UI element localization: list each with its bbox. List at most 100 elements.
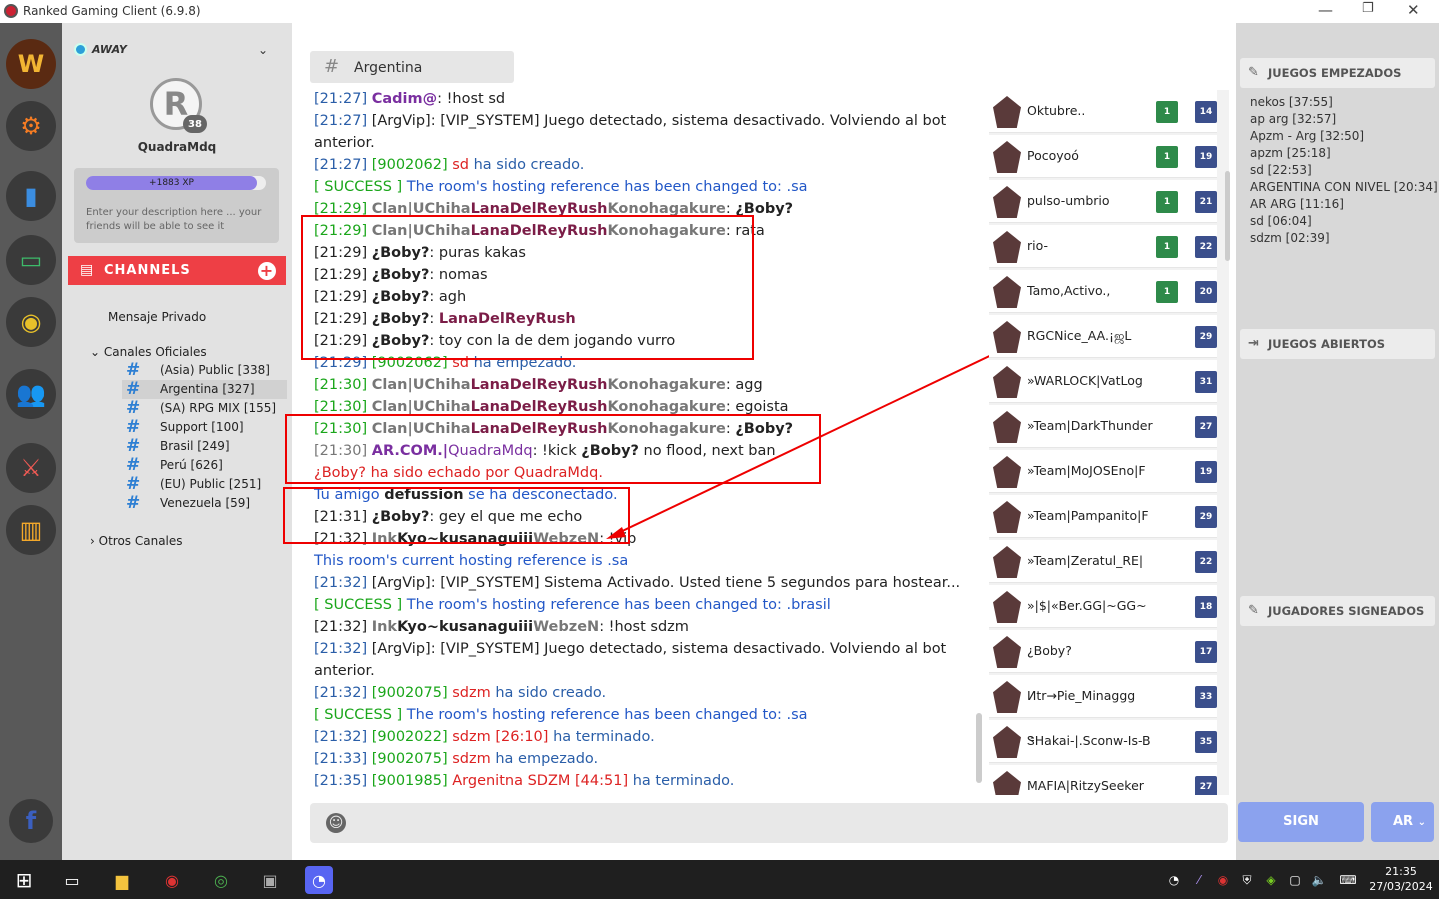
nvidia-tray-icon[interactable]: ◈ bbox=[1262, 866, 1280, 894]
message-segment: : !host sd bbox=[437, 91, 506, 107]
level-badge: 29 bbox=[1195, 326, 1217, 348]
swords-icon[interactable]: ⚔ bbox=[6, 443, 56, 493]
keyboard-icon[interactable]: ⌨ bbox=[1336, 866, 1360, 894]
chat-message: [21:33] [9002075] sdzm ha empezado. bbox=[314, 748, 598, 770]
shield-tray-icon[interactable]: ⛨ bbox=[1238, 866, 1256, 894]
discord-tray-icon[interactable]: ◔ bbox=[1165, 866, 1183, 894]
channel-item[interactable]: # Venezuela [59] bbox=[122, 494, 287, 513]
channel-item[interactable]: # (SA) RPG MIX [155] bbox=[122, 399, 287, 418]
game-item[interactable]: Apzm - Arg [32:50] bbox=[1250, 128, 1364, 145]
channel-item[interactable]: # Brasil [249] bbox=[122, 437, 287, 456]
user-row[interactable]: ¿Boby? 17 bbox=[989, 630, 1217, 673]
sign-button[interactable]: SIGN bbox=[1238, 802, 1364, 842]
facebook-icon[interactable]: f bbox=[9, 799, 53, 843]
user-row[interactable]: ᏕHakai-|.Sconw-Is-B 35 bbox=[989, 720, 1217, 763]
warcraft-taskbar-icon[interactable]: ▣ bbox=[256, 866, 284, 894]
user-row[interactable]: pulso-umbrio 1 21 bbox=[989, 180, 1217, 223]
user-row[interactable]: RGCNice_AA.¡ஜL 29 bbox=[989, 315, 1217, 358]
user-row[interactable]: Oktubre.. 1 14 bbox=[989, 90, 1217, 133]
channel-tab[interactable]: # Argentina bbox=[310, 51, 514, 83]
message-segment: [21:33] bbox=[314, 751, 372, 767]
channel-item[interactable]: # Support [100] bbox=[122, 418, 287, 437]
game-item[interactable]: nekos [37:55] bbox=[1250, 94, 1333, 111]
rank-emblem-icon bbox=[993, 141, 1021, 173]
friends-icon[interactable]: 👥 bbox=[6, 369, 56, 419]
user-row[interactable]: Pocoyoó 1 19 bbox=[989, 135, 1217, 178]
level-badge: 38 bbox=[183, 115, 207, 133]
channel-item[interactable]: # (EU) Public [251] bbox=[122, 475, 287, 494]
network-icon[interactable]: ▢ bbox=[1286, 866, 1304, 894]
game-item[interactable]: ap arg [32:57] bbox=[1250, 111, 1336, 128]
userlist-scrollbar[interactable] bbox=[1225, 171, 1230, 261]
message-segment: .brasil bbox=[786, 597, 831, 613]
game-item[interactable]: apzm [25:18] bbox=[1250, 145, 1331, 162]
hash-icon: # bbox=[324, 56, 340, 77]
level-badge: 19 bbox=[1195, 146, 1217, 168]
user-row[interactable]: »Team|MoJOSEno|F 19 bbox=[989, 450, 1217, 493]
coins-icon[interactable]: ◉ bbox=[6, 297, 56, 347]
console-icon[interactable]: ▭ bbox=[6, 235, 56, 285]
pen-tray-icon[interactable]: ⁄ bbox=[1190, 866, 1208, 894]
volume-icon[interactable]: 🔈 bbox=[1310, 866, 1328, 894]
warcraft-icon[interactable]: W bbox=[6, 39, 56, 89]
description-field[interactable]: Enter your description here ... your fri… bbox=[86, 206, 271, 234]
close-button[interactable]: ✕ bbox=[1407, 1, 1420, 19]
emoji-icon[interactable]: ☺ bbox=[326, 813, 346, 833]
settings-gear-icon[interactable]: ⚙ bbox=[6, 101, 56, 151]
discord-icon[interactable]: ◔ bbox=[305, 866, 333, 894]
other-channels-group[interactable]: › Otros Canales bbox=[90, 534, 183, 548]
message-segment: ha terminado. bbox=[632, 773, 735, 789]
game-item[interactable]: AR ARG [11:16] bbox=[1250, 196, 1344, 213]
signed-players-header[interactable]: ✎ JUGADORES SIGNEADOS bbox=[1240, 596, 1435, 626]
chat-message: [ SUCCESS ] The room's hosting reference… bbox=[314, 176, 808, 198]
rank-emblem-icon bbox=[993, 501, 1021, 533]
message-segment: .sa bbox=[786, 707, 808, 723]
stats-icon[interactable]: ▮ bbox=[6, 171, 56, 221]
private-message-item[interactable]: Mensaje Privado bbox=[108, 310, 206, 324]
rgc-tray-icon[interactable]: ◉ bbox=[1214, 866, 1232, 894]
level-badge: 22 bbox=[1195, 551, 1217, 573]
games-badge: 1 bbox=[1156, 236, 1178, 258]
user-row[interactable]: rio- 1 22 bbox=[989, 225, 1217, 268]
channel-item[interactable]: # Perú [626] bbox=[122, 456, 287, 475]
chat-scrollbar[interactable] bbox=[976, 713, 982, 783]
started-games-header[interactable]: ✎ JUEGOS EMPEZADOS bbox=[1240, 58, 1435, 88]
user-row[interactable]: MAFIA|RitzySeeker 27 bbox=[989, 765, 1217, 795]
task-view-icon[interactable]: ▭ bbox=[58, 866, 86, 894]
open-games-header[interactable]: ⇥ JUEGOS ABIERTOS bbox=[1240, 329, 1435, 359]
user-row[interactable]: »WARLOCK|VatLog 31 bbox=[989, 360, 1217, 403]
channel-item[interactable]: # (Asia) Public [338] bbox=[122, 361, 287, 380]
user-row[interactable]: »Team|Zeratul_RE| 22 bbox=[989, 540, 1217, 583]
user-row[interactable]: Tamo,Activo., 1 20 bbox=[989, 270, 1217, 313]
started-games-label: JUEGOS EMPEZADOS bbox=[1268, 66, 1402, 80]
ladder-icon[interactable]: ▥ bbox=[6, 505, 56, 555]
rank-emblem-icon bbox=[993, 366, 1021, 398]
game-item[interactable]: sd [22:53] bbox=[1250, 162, 1312, 179]
status-selector[interactable]: AWAY bbox=[74, 43, 127, 56]
windows-start-icon[interactable]: ⊞ bbox=[10, 866, 38, 894]
add-channel-button[interactable]: + bbox=[258, 262, 276, 280]
game-item[interactable]: ARGENTINA CON NIVEL [20:34] bbox=[1250, 179, 1438, 196]
chevron-right-icon: › bbox=[90, 534, 99, 548]
user-row[interactable]: Иtr→Pie_Minaggg 33 bbox=[989, 675, 1217, 718]
file-explorer-icon[interactable]: ▆ bbox=[108, 866, 136, 894]
game-item[interactable]: sdzm [02:39] bbox=[1250, 230, 1330, 247]
official-channels-group[interactable]: ⌄ Canales Oficiales bbox=[90, 345, 207, 359]
message-input[interactable]: ☺ bbox=[310, 803, 1228, 843]
game-item[interactable]: sd [06:04] bbox=[1250, 213, 1312, 230]
user-row[interactable]: »Team|Pampanito|F 29 bbox=[989, 495, 1217, 538]
chat-message: [21:32] [ArgVip]: [VIP_SYSTEM] Sistema A… bbox=[314, 572, 960, 594]
maximize-button[interactable]: ❐ bbox=[1362, 1, 1374, 16]
region-select[interactable]: AR ⌄ bbox=[1371, 802, 1434, 842]
chevron-down-icon[interactable]: ⌄ bbox=[258, 43, 268, 57]
chat-panel: # Argentina [21:27] Cadim@: !host sd [21:… bbox=[283, 23, 1236, 860]
minimize-button[interactable]: — bbox=[1318, 1, 1333, 19]
user-row[interactable]: »|$|«Ber.GG|~GG~ 18 bbox=[989, 585, 1217, 628]
rgc-app-icon[interactable]: ◉ bbox=[158, 866, 186, 894]
channel-item[interactable]: # Argentina [327] bbox=[122, 380, 287, 399]
chrome-icon[interactable]: ◎ bbox=[207, 866, 235, 894]
clock[interactable]: 21:35 27/03/2024 bbox=[1368, 864, 1434, 894]
user-list: Oktubre.. 1 14 Pocoyoó 1 19 pulso-umbrio 1 21 rio… bbox=[989, 90, 1229, 795]
hash-icon: # bbox=[126, 398, 141, 418]
user-row[interactable]: »Team|DarkThunder 27 bbox=[989, 405, 1217, 448]
